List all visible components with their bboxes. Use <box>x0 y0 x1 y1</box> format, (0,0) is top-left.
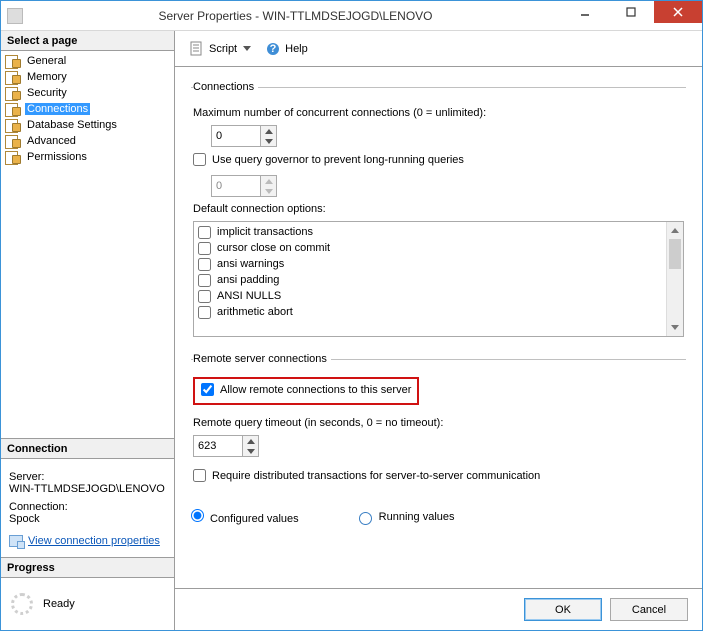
ok-button[interactable]: OK <box>524 598 602 621</box>
page-icon <box>5 102 21 116</box>
connection-header: Connection <box>1 439 174 459</box>
max-connections-input[interactable] <box>212 126 260 146</box>
spin-up-icon <box>261 176 276 186</box>
page-item-advanced[interactable]: Advanced <box>1 133 174 149</box>
remote-timeout-input[interactable] <box>194 436 242 456</box>
configured-values-radio[interactable]: Configured values <box>191 509 299 525</box>
list-item[interactable]: ansi padding <box>198 272 662 288</box>
page-item-memory[interactable]: Memory <box>1 69 174 85</box>
scroll-down-icon[interactable] <box>667 319 683 336</box>
list-item[interactable]: arithmetic abort <box>198 304 662 320</box>
max-connections-label: Maximum number of concurrent connections… <box>193 107 684 119</box>
page-icon <box>5 54 21 68</box>
default-options-listbox[interactable]: implicit transactions cursor close on co… <box>193 221 684 337</box>
spin-up-icon[interactable] <box>261 126 276 136</box>
connections-legend: Connections <box>193 81 258 93</box>
page-item-database-settings[interactable]: Database Settings <box>1 117 174 133</box>
governor-cost-stepper <box>211 175 277 197</box>
page-icon <box>5 118 21 132</box>
list-item[interactable]: implicit transactions <box>198 224 662 240</box>
list-item[interactable]: cursor close on commit <box>198 240 662 256</box>
toolbar: Script ? Help <box>175 31 702 67</box>
remote-connections-group: Remote server connections Allow remote c… <box>191 353 686 497</box>
page-item-permissions[interactable]: Permissions <box>1 149 174 165</box>
script-button[interactable]: Script <box>185 39 255 59</box>
server-properties-window: Server Properties - WIN-TTLMDSEJOGD\LENO… <box>0 0 703 631</box>
server-value: WIN-TTLMDSEJOGD\LENOVO <box>9 483 166 495</box>
remote-timeout-label: Remote query timeout (in seconds, 0 = no… <box>193 417 684 429</box>
page-item-connections[interactable]: Connections <box>1 101 174 117</box>
titlebar: Server Properties - WIN-TTLMDSEJOGD\LENO… <box>1 1 702 31</box>
app-icon <box>7 8 23 24</box>
scroll-up-icon[interactable] <box>667 222 683 239</box>
page-icon <box>5 134 21 148</box>
page-item-general[interactable]: General <box>1 53 174 69</box>
default-options-label: Default connection options: <box>193 203 684 215</box>
help-icon: ? <box>265 41 281 57</box>
page-list: General Memory Security Connections Data… <box>1 51 174 438</box>
page-item-security[interactable]: Security <box>1 85 174 101</box>
allow-remote-checkbox[interactable]: Allow remote connections to this server <box>201 383 411 396</box>
remote-legend: Remote server connections <box>193 353 331 365</box>
scrollbar[interactable] <box>666 222 683 336</box>
spin-down-icon[interactable] <box>261 136 276 146</box>
progress-status: Ready <box>43 598 75 610</box>
minimize-button[interactable] <box>562 1 608 23</box>
spin-down-icon[interactable] <box>243 446 258 456</box>
running-values-radio[interactable]: Running values <box>359 511 455 523</box>
help-button[interactable]: ? Help <box>261 39 312 59</box>
max-connections-stepper[interactable] <box>211 125 277 147</box>
connection-label: Connection: <box>9 501 166 513</box>
connection-value: Spock <box>9 513 166 525</box>
properties-icon <box>9 535 23 547</box>
page-icon <box>5 86 21 100</box>
view-connection-properties-link[interactable]: View connection properties <box>28 535 160 547</box>
page-icon <box>5 70 21 84</box>
list-item[interactable]: ANSI NULLS <box>198 288 662 304</box>
spin-down-icon <box>261 186 276 196</box>
list-item[interactable]: ansi warnings <box>198 256 662 272</box>
chevron-down-icon <box>243 46 251 51</box>
remote-timeout-stepper[interactable] <box>193 435 259 457</box>
window-title: Server Properties - WIN-TTLMDSEJOGD\LENO… <box>29 9 562 23</box>
cancel-button[interactable]: Cancel <box>610 598 688 621</box>
close-button[interactable] <box>654 1 702 23</box>
script-icon <box>189 41 205 57</box>
progress-spinner-icon <box>11 593 33 615</box>
query-governor-checkbox[interactable]: Use query governor to prevent long-runni… <box>193 153 464 166</box>
select-page-header: Select a page <box>1 31 174 51</box>
svg-text:?: ? <box>270 43 277 55</box>
page-icon <box>5 150 21 164</box>
dialog-footer: OK Cancel <box>175 588 702 630</box>
scroll-thumb[interactable] <box>669 239 681 269</box>
highlight-box: Allow remote connections to this server <box>193 377 419 405</box>
connections-group: Connections Maximum number of concurrent… <box>191 81 686 343</box>
governor-cost-input <box>212 176 260 196</box>
progress-header: Progress <box>1 558 174 578</box>
require-dtc-checkbox[interactable]: Require distributed transactions for ser… <box>193 469 540 482</box>
spin-up-icon[interactable] <box>243 436 258 446</box>
server-label: Server: <box>9 471 166 483</box>
maximize-button[interactable] <box>608 1 654 23</box>
